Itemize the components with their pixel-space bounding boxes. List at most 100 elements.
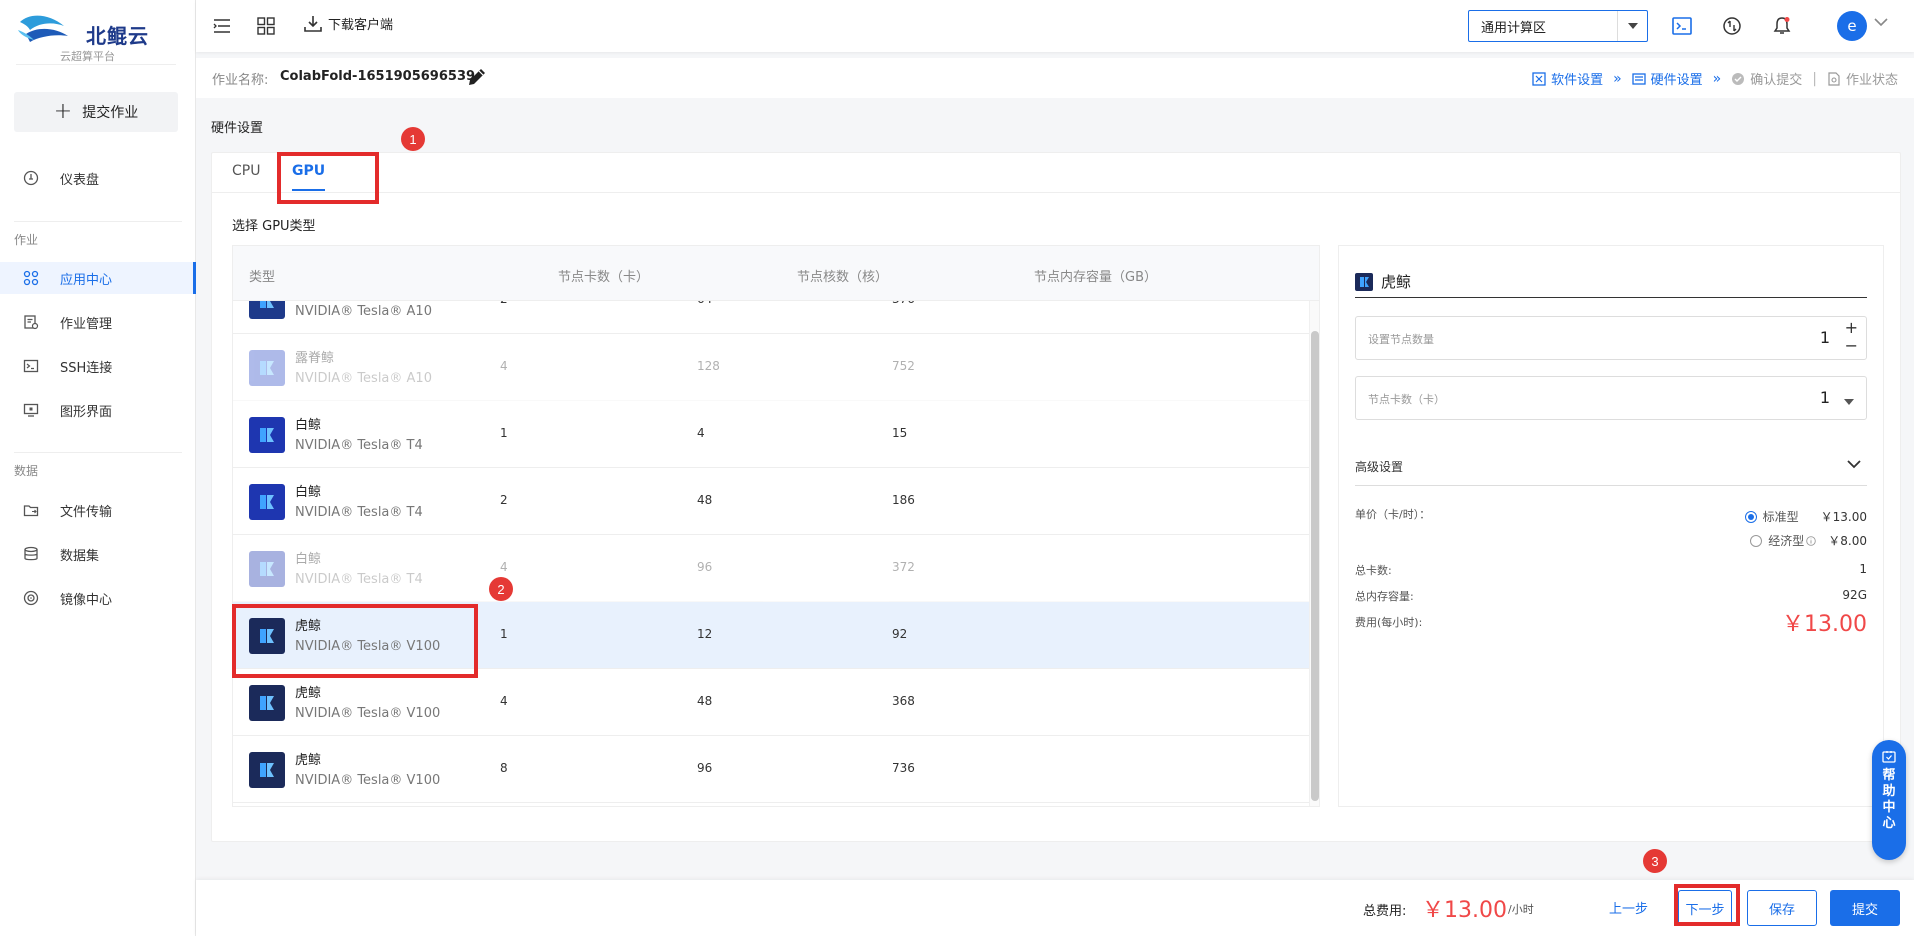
sidebar-item-ssh[interactable]: SSH连接 [0,350,196,382]
caret-down-icon [1844,394,1854,409]
apps-grid-icon[interactable] [254,14,278,38]
gpu-name: 白鲸 [295,552,322,567]
node-cores-cell: 12 [697,627,713,641]
sidebar-item-dataset[interactable]: 数据集 [0,538,196,570]
annotation-badge: 3 [1643,849,1667,873]
step-job-status[interactable]: 作业状态 [1827,69,1898,88]
sidebar-item-label: 数据集 [60,548,100,564]
increment-plus-icon[interactable]: + [1845,319,1858,337]
step-hardware-settings[interactable]: 硬件设置 [1632,69,1703,88]
hardware-card: CPU GPU 选择 GPU类型 类型 节点卡数（卡） 节点核数（核） 节点内存… [211,152,1901,842]
table-row[interactable]: 虎鲸 NVIDIA® Tesla® V100 4 48 368 [233,669,1309,736]
node-memory-cell: 368 [892,694,915,708]
prev-step-button[interactable]: 上一步 [1609,898,1648,917]
gpu-table: 类型 节点卡数（卡） 节点核数（核） 节点内存容量（GB） NVIDIA® Te… [232,245,1320,807]
help-center-button[interactable]: 帮 助 中 心 [1872,740,1906,860]
sidebar-item-image-center[interactable]: 镜像中心 [0,582,196,614]
gpu-type-icon [249,484,285,520]
table-row[interactable]: 白鲸 NVIDIA® Tesla® T4 1 4 15 [233,401,1309,468]
table-scrollbar[interactable] [1309,301,1319,806]
table-row: 白鲸 NVIDIA® Tesla® T4 4 96 372 [233,535,1309,602]
plus-icon: + [53,99,73,124]
node-cards-cell: 8 [500,761,508,775]
node-cards-select[interactable]: 节点卡数（卡） 1 [1355,376,1867,420]
table-row[interactable]: 白鲸 NVIDIA® Tesla® T4 2 48 186 [233,468,1309,535]
summary-title: 虎鲸 [1381,273,1412,291]
table-row[interactable]: NVIDIA® Tesla® A10 2 64 376 [233,301,1309,334]
sidebar-item-label: 应用中心 [60,272,113,288]
gpu-model: NVIDIA® Tesla® V100 [295,773,441,788]
summary-header: 虎鲸 [1355,266,1867,298]
column-header: 节点核数（核） [797,270,889,285]
submit-button[interactable]: 提交 [1830,890,1900,926]
console-icon[interactable] [1670,14,1694,38]
download-client-button[interactable]: 下载客户端 [304,14,393,33]
node-cards-value: 1 [1819,388,1830,407]
disc-icon [22,589,40,607]
step-software-settings[interactable]: 软件设置 [1532,69,1603,88]
job-name-value: ColabFold-1651905696539 [280,69,476,84]
brand-logo[interactable]: 北鲲云 云超算平台 [16,8,176,64]
compute-zone-value: 通用计算区 [1481,20,1547,36]
standard-label: 标准型 [1762,510,1799,524]
node-cores-cell: 128 [697,359,720,373]
logo-divider [16,64,176,65]
gpu-type-icon [249,417,285,453]
column-header: 节点内存容量（GB） [1034,270,1157,285]
node-count-label: 设置节点数量 [1368,333,1434,346]
help-char: 中 [1882,800,1896,815]
node-count-field[interactable]: 设置节点数量 1 + − [1355,316,1867,360]
economy-price: ￥8.00 [1828,534,1867,548]
sync-icon[interactable] [1720,14,1744,38]
sidebar-item-label: SSH连接 [60,360,113,376]
node-memory-cell: 15 [892,426,908,440]
scrollbar-thumb[interactable] [1311,331,1319,801]
node-cards-cell: 2 [500,301,508,306]
sidebar-item-gui[interactable]: 图形界面 [0,394,196,426]
total-cost-label: 总费用: [1363,904,1407,919]
chevron-down-icon[interactable] [1874,16,1888,31]
decrement-minus-icon[interactable]: − [1845,337,1858,355]
step-confirm-submit[interactable]: 确认提交 [1731,69,1802,88]
avatar[interactable]: e [1837,11,1867,41]
table-body: NVIDIA® Tesla® A10 2 64 376 露脊鲸 NVIDIA® Tesla… [233,301,1309,806]
check-circle-icon [1732,72,1745,85]
notification-bell-icon[interactable] [1770,14,1794,38]
pricing-standard-radio[interactable]: 标准型 ￥13.00 [1744,508,1867,525]
table-row[interactable]: 虎鲸 NVIDIA® Tesla® V100 8 96 736 [233,736,1309,803]
node-cores-cell: 4 [697,426,705,440]
gpu-name: 白鲸 [295,485,322,500]
quantity-stepper: + − [1845,319,1858,355]
sidebar-item-job-management[interactable]: 作业管理 [0,306,196,338]
sidebar-item-label: 镜像中心 [60,592,113,608]
info-icon[interactable] [1806,535,1817,546]
sidebar-item-app-center[interactable]: 应用中心 [0,262,196,294]
node-cores-cell: 64 [697,301,712,306]
tab-cpu[interactable]: CPU [232,163,260,179]
sidebar-item-label: 仪表盘 [60,172,100,188]
step-label: 确认提交 [1750,73,1803,88]
node-cards-cell: 1 [500,627,508,641]
submit-job-button[interactable]: + 提交作业 [14,92,178,132]
node-cards-cell: 4 [500,359,508,373]
brand-name: 北鲲云 [86,24,149,48]
advanced-settings-toggle[interactable]: 高级设置 [1355,446,1867,486]
radio-selected [1744,510,1757,523]
sidebar: 北鲲云 云超算平台 + 提交作业 仪表盘 作业 应用中心 作业管理 SSH连接 [0,0,196,936]
gpu-type-label: 选择 GPU类型 [232,219,316,234]
compute-zone-select[interactable]: 通用计算区 [1468,10,1648,42]
step-label: 硬件设置 [1650,73,1703,88]
dashboard-icon [22,169,40,187]
hardware-settings-icon [1632,72,1646,85]
gpu-type-icon [249,685,285,721]
menu-icon[interactable] [210,14,234,38]
chevron-down-icon [1847,458,1861,472]
pricing-economy-radio[interactable]: 经济型 ￥8.00 [1750,532,1867,549]
sidebar-item-file-transfer[interactable]: 文件传输 [0,494,196,526]
sidebar-item-dashboard[interactable]: 仪表盘 [0,162,196,194]
save-button[interactable]: 保存 [1747,890,1817,926]
edit-pencil-icon[interactable] [466,66,488,92]
nav-divider [14,452,182,453]
total-cards-label: 总卡数: [1355,564,1392,577]
node-cards-cell: 4 [500,560,508,574]
